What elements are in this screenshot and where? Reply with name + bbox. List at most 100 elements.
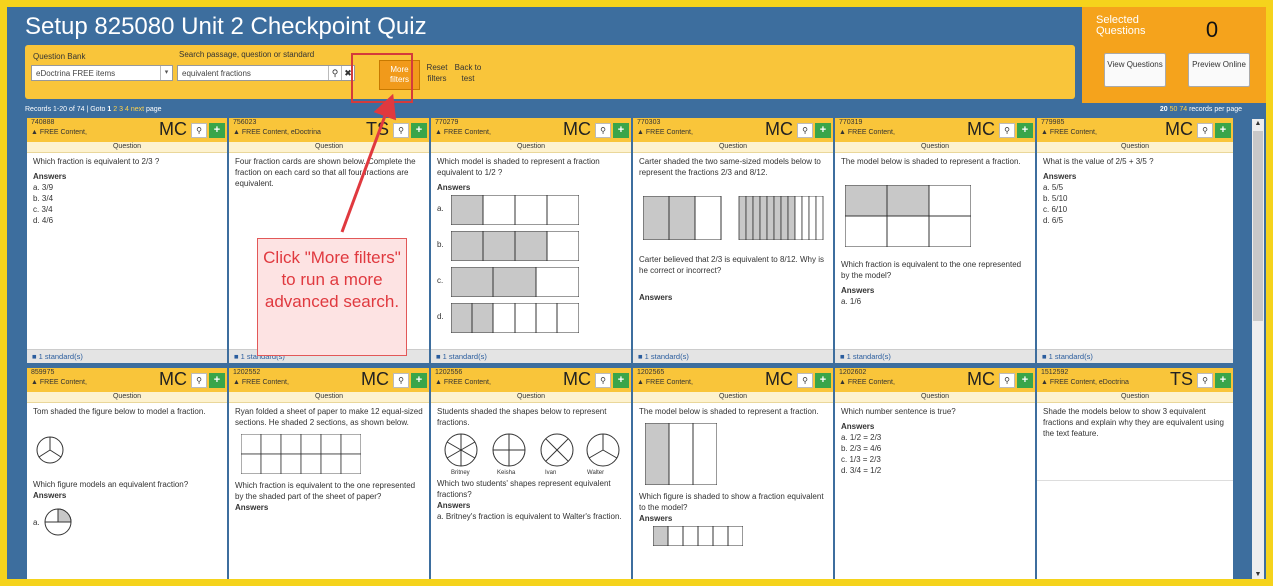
fraction-model-d	[451, 303, 579, 333]
card-id: 859975	[31, 369, 55, 376]
add-question-button[interactable]: +	[209, 373, 225, 388]
magnify-icon[interactable]: ⚲	[999, 123, 1015, 138]
magnify-icon[interactable]: ⚲	[191, 123, 207, 138]
card-header: 1512592 ▲ FREE Content, eDoctrina TS ⚲ +	[1037, 368, 1233, 392]
card-id: 756023	[233, 119, 257, 126]
card-id: 770279	[435, 119, 459, 126]
magnify-icon[interactable]: ⚲	[595, 373, 611, 388]
question-card[interactable]: 770303 ▲ FREE Content, MC ⚲ + Question C…	[633, 118, 833, 363]
answer-c: c.	[437, 276, 444, 285]
per-page-text: records per page	[1189, 106, 1242, 113]
standards-link[interactable]: ■ 1 standard(s)	[1037, 349, 1233, 363]
question-card[interactable]: 1202552 ▲ FREE Content, MC ⚲ + Question …	[229, 368, 429, 579]
vertical-scrollbar[interactable]: ▲ ▼	[1252, 119, 1264, 579]
add-question-button[interactable]: +	[411, 373, 427, 388]
card-type: TS	[1169, 369, 1193, 389]
fraction-model-a	[653, 526, 743, 546]
card-id: 1202556	[435, 369, 463, 376]
add-question-button[interactable]: +	[613, 123, 629, 138]
add-question-button[interactable]: +	[1017, 373, 1033, 388]
add-question-button[interactable]: +	[613, 373, 629, 388]
reset-filters-button[interactable]: Reset filters	[423, 62, 451, 84]
per-page-74[interactable]: 74	[1179, 106, 1187, 113]
magnify-icon[interactable]: ⚲	[1197, 373, 1213, 388]
page-link-3[interactable]: 3	[119, 106, 123, 113]
question-text: Shade the models below to show 3 equival…	[1043, 407, 1224, 438]
circle-model-a	[44, 508, 72, 536]
add-question-button[interactable]: +	[209, 123, 225, 138]
add-question-button[interactable]: +	[411, 123, 427, 138]
records-pagination: Records 1-20 of 74 | Goto 1 2 3 4 next p…	[25, 106, 162, 113]
magnify-icon[interactable]: ⚲	[393, 123, 409, 138]
card-body: Shade the models below to show 3 equival…	[1043, 406, 1231, 439]
standards-link[interactable]: ■ 1 standard(s)	[27, 349, 227, 363]
question-bank-label: Question Bank	[33, 52, 86, 61]
scroll-down-icon[interactable]: ▼	[1252, 571, 1264, 578]
add-question-button[interactable]: +	[815, 123, 831, 138]
magnify-icon[interactable]: ⚲	[191, 373, 207, 388]
fraction-model	[645, 423, 717, 485]
magnify-icon[interactable]: ⚲	[999, 373, 1015, 388]
scroll-thumb[interactable]	[1253, 131, 1263, 321]
question-card[interactable]: 779985 ▲ FREE Content, MC ⚲ + Question W…	[1037, 118, 1233, 363]
scroll-up-icon[interactable]: ▲	[1252, 120, 1264, 127]
magnify-icon[interactable]: ⚲	[797, 373, 813, 388]
magnify-icon[interactable]: ⚲	[393, 373, 409, 388]
question-card[interactable]: 859975 ▲ FREE Content, MC ⚲ + Question T…	[27, 368, 227, 579]
magnify-icon[interactable]: ⚲	[1197, 123, 1213, 138]
question-text: Which number sentence is true?	[841, 407, 956, 416]
preview-online-button[interactable]: Preview Online	[1188, 53, 1250, 87]
question-text-2: Which figure models an equivalent fracti…	[33, 480, 189, 489]
answer-b-row: b.	[437, 229, 625, 265]
add-question-button[interactable]: +	[1017, 123, 1033, 138]
question-card[interactable]: 1512592 ▲ FREE Content, eDoctrina TS ⚲ +…	[1037, 368, 1233, 579]
question-text: Students shaded the shapes below to repr…	[437, 407, 607, 427]
fraction-models	[643, 196, 824, 240]
standards-link[interactable]: ■ 1 standard(s)	[835, 349, 1035, 363]
next-page-link[interactable]: next	[131, 106, 144, 113]
standards-link[interactable]: ■ 1 standard(s)	[431, 349, 631, 363]
card-id: 740888	[31, 119, 55, 126]
question-card[interactable]: 740888 ▲ FREE Content, MC ⚲ + Question W…	[27, 118, 227, 363]
question-header: Question	[1037, 142, 1233, 153]
magnify-icon[interactable]: ⚲	[595, 123, 611, 138]
card-type: MC	[967, 369, 995, 389]
page-link-2[interactable]: 2	[113, 106, 117, 113]
question-card[interactable]: 1202565 ▲ FREE Content, MC ⚲ + Question …	[633, 368, 833, 579]
chevron-down-icon[interactable]: ▾	[160, 66, 172, 80]
search-label: Search passage, question or standard	[179, 50, 315, 59]
search-input[interactable]: equivalent fractions ⚲ ✖	[177, 65, 355, 81]
question-text: Which model is shaded to represent a fra…	[437, 157, 600, 177]
add-question-button[interactable]: +	[1215, 373, 1231, 388]
question-card[interactable]: 770279 ▲ FREE Content, MC ⚲ + Question W…	[431, 118, 631, 363]
add-question-button[interactable]: +	[1215, 123, 1231, 138]
answers-label: Answers	[33, 172, 67, 181]
magnify-icon[interactable]: ⚲	[797, 123, 813, 138]
question-card[interactable]: 770319 ▲ FREE Content, MC ⚲ + Question T…	[835, 118, 1035, 363]
selected-questions-label: Selected Questions	[1096, 14, 1146, 37]
question-card[interactable]: 1202556 ▲ FREE Content, MC ⚲ + Question …	[431, 368, 631, 579]
answer-b: b. 5/10	[1043, 194, 1068, 203]
answer-c: c. 6/10	[1043, 205, 1068, 214]
question-header: Question	[431, 392, 631, 403]
card-header: 1202602 ▲ FREE Content, MC ⚲ +	[835, 368, 1035, 392]
question-text-2: Which fraction is equivalent to the one …	[841, 260, 1022, 280]
page-link-4[interactable]: 4	[125, 106, 129, 113]
back-to-test-button[interactable]: Back to test	[453, 62, 483, 84]
question-text-2: Which two students' shapes represent equ…	[437, 479, 611, 499]
search-icon[interactable]: ⚲	[328, 66, 341, 80]
question-card[interactable]: 1202602 ▲ FREE Content, MC ⚲ + Question …	[835, 368, 1035, 579]
per-page-50[interactable]: 50	[1170, 106, 1178, 113]
card-source: ▲ FREE Content,	[435, 129, 491, 136]
card-source: ▲ FREE Content,	[1041, 129, 1097, 136]
answer-b: b.	[437, 240, 444, 249]
view-questions-button[interactable]: View Questions	[1104, 53, 1166, 87]
standards-link[interactable]: ■ 1 standard(s)	[633, 349, 833, 363]
card-type: MC	[765, 119, 793, 139]
student-name: Britney	[451, 470, 470, 476]
selected-questions-panel: Selected Questions 0 View Questions Prev…	[1082, 7, 1266, 103]
card-header: 779985 ▲ FREE Content, MC ⚲ +	[1037, 118, 1233, 142]
add-question-button[interactable]: +	[815, 373, 831, 388]
question-bank-select[interactable]: eDoctrina FREE items ▾	[31, 65, 173, 81]
card-type: MC	[159, 119, 187, 139]
